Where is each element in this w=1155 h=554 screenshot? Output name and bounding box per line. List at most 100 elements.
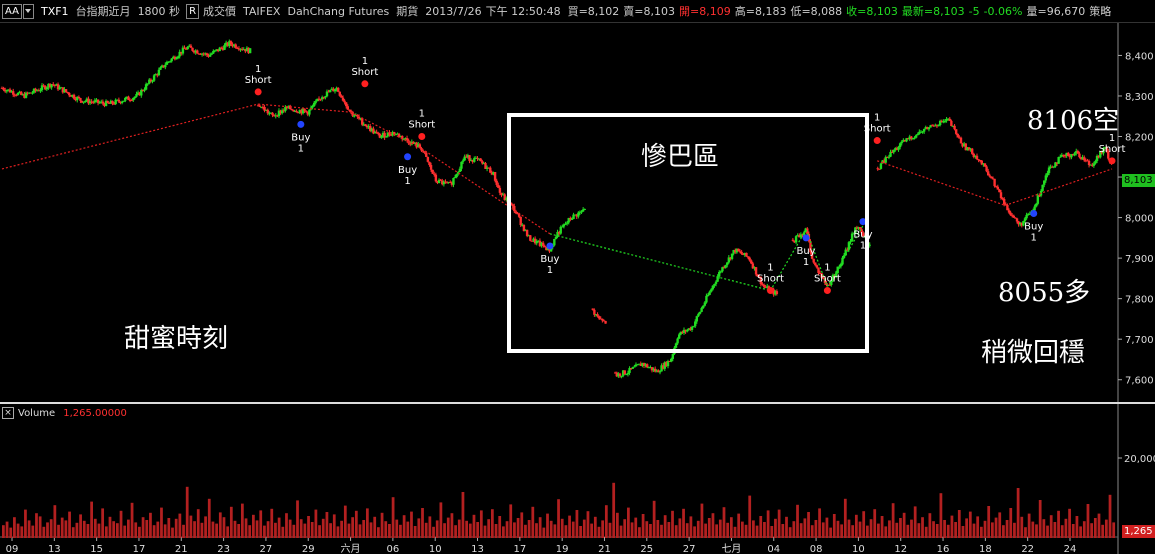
short-label: Short	[757, 274, 784, 285]
period-button[interactable]: AA	[2, 3, 22, 19]
volume-bar	[1013, 522, 1016, 538]
annotation-sweet: 甜蜜時刻	[124, 324, 229, 354]
candle	[196, 50, 199, 54]
short-qty: 1	[362, 56, 368, 67]
candle	[815, 265, 819, 268]
volume-bar	[737, 513, 741, 538]
volume-bar	[82, 520, 86, 538]
volume-bar	[516, 518, 520, 538]
buy-label: Buy	[540, 254, 559, 265]
volume-bar	[627, 507, 630, 538]
strategy-label[interactable]: 策略	[1089, 3, 1111, 19]
volume-bar	[266, 521, 270, 538]
candle	[737, 248, 740, 252]
candle	[191, 47, 194, 51]
volume-bar	[64, 520, 68, 538]
candle	[922, 128, 926, 132]
candle	[343, 100, 346, 103]
candle	[900, 141, 903, 144]
volume-bar	[2, 525, 5, 538]
candle	[849, 241, 852, 243]
candle	[120, 101, 124, 104]
price-chart[interactable]: 8,4008,3008,2008,1008,0007,9007,8007,700…	[0, 23, 1155, 554]
volume-bar	[557, 499, 560, 538]
vol-tick-label: 20,000	[1124, 454, 1155, 465]
candle	[455, 173, 458, 178]
chevron-down-icon[interactable]	[22, 3, 34, 19]
candle	[322, 97, 325, 99]
candle	[1009, 212, 1012, 216]
volume-bar	[252, 514, 255, 538]
candle	[31, 92, 34, 94]
volume-bar	[608, 522, 612, 538]
x-tick-label: 16	[937, 544, 950, 554]
volume-bar	[1005, 520, 1009, 538]
candle	[135, 93, 138, 97]
volume-bar	[535, 523, 538, 538]
short-qty: 1	[419, 109, 425, 120]
candle	[176, 56, 180, 59]
volume-bar	[9, 527, 13, 538]
volume-bar	[553, 524, 557, 538]
candle	[948, 118, 951, 121]
volume-bar	[446, 517, 450, 538]
volume-bar	[450, 513, 454, 538]
volume-bar	[351, 517, 355, 538]
annotation-tragic: 慘巴區	[641, 142, 720, 172]
candle	[1076, 151, 1080, 154]
volume-bar	[303, 523, 307, 538]
candle	[580, 211, 583, 213]
candle	[425, 152, 428, 157]
symbol-code[interactable]: TXF1	[41, 5, 69, 18]
candle	[937, 125, 940, 127]
candle	[519, 216, 522, 226]
candle	[726, 262, 729, 266]
candle	[183, 47, 186, 49]
volume-bar	[38, 516, 42, 538]
volume-bar	[726, 522, 730, 538]
volume-bar	[42, 526, 46, 538]
y-tick-label: 7,700	[1125, 335, 1154, 346]
signal-line-red	[421, 148, 551, 235]
candle	[434, 174, 438, 182]
candle	[1059, 156, 1062, 158]
x-tick-label: 13	[48, 544, 61, 554]
short-qty: 1	[255, 64, 261, 75]
candle	[431, 169, 434, 174]
candle	[959, 137, 963, 144]
low-label: 低=8,088	[790, 5, 843, 18]
y-tick-label: 8,200	[1125, 133, 1154, 144]
volume-bar	[689, 516, 693, 538]
candle	[990, 176, 993, 179]
interval-label[interactable]: 1800 秒	[138, 3, 181, 19]
volume-bar	[718, 519, 722, 538]
r-button[interactable]: R	[186, 3, 200, 19]
candle	[304, 110, 308, 112]
volume-bar	[189, 515, 193, 538]
candle	[705, 295, 708, 303]
volume-bar	[498, 516, 502, 538]
short-label: Short	[814, 274, 841, 285]
volume-bar	[127, 519, 130, 538]
candle	[1094, 160, 1097, 164]
volume-bar	[270, 508, 274, 538]
volume-bar	[649, 524, 652, 538]
candle	[223, 45, 226, 50]
volume-bar	[579, 526, 582, 538]
volume-bar	[1086, 504, 1090, 538]
volume-bar	[957, 510, 961, 538]
volume-bar	[943, 520, 946, 538]
volume-bar	[1101, 524, 1105, 538]
x-tick-label: 23	[217, 544, 230, 554]
candle	[130, 100, 133, 102]
candle	[879, 163, 883, 169]
candle	[364, 124, 367, 126]
x-tick-label: 13	[471, 544, 484, 554]
x-tick-label: 08	[810, 544, 823, 554]
close-icon[interactable]: ×	[2, 407, 14, 419]
volume-bar	[593, 516, 597, 538]
candle	[122, 100, 125, 102]
candle	[817, 267, 820, 273]
x-tick-label: 六月	[341, 543, 361, 554]
volume-bar	[678, 518, 682, 538]
